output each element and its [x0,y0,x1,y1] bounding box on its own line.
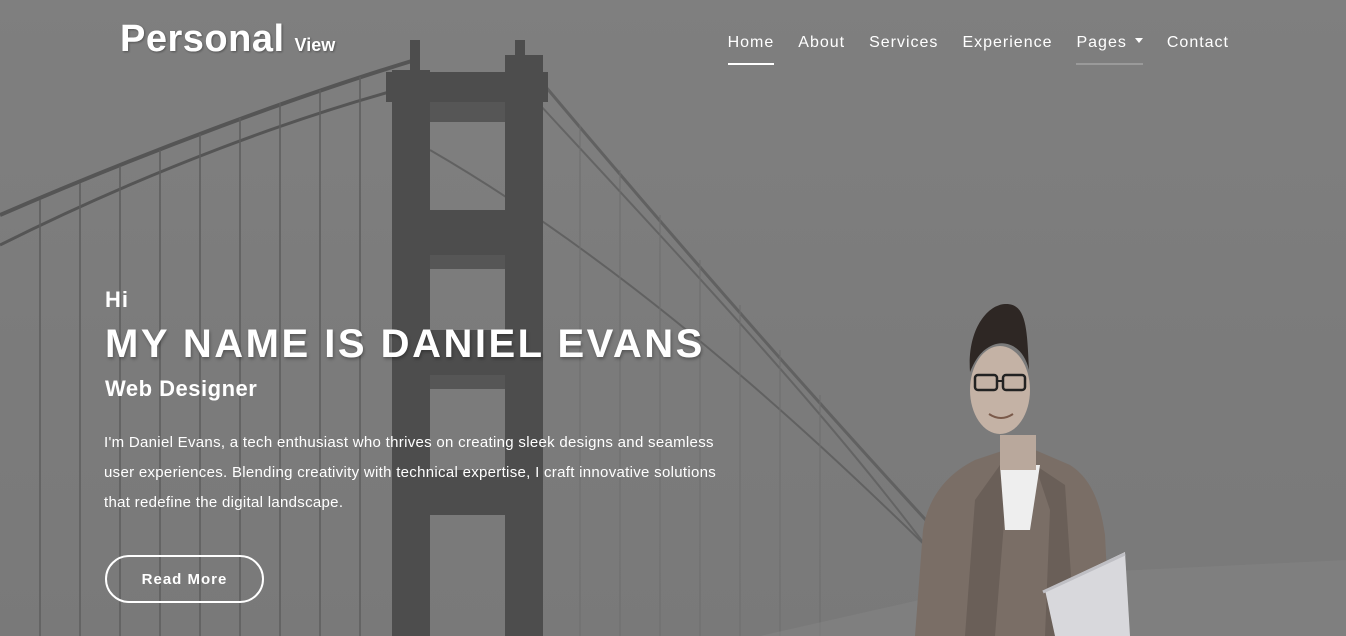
logo-main-text: Personal [120,18,285,60]
main-navigation: Home About Services Experience Pages Con… [727,34,1229,65]
site-logo[interactable]: Personal View [120,18,335,61]
nav-about[interactable]: About [798,34,845,64]
read-more-button[interactable]: Read More [105,555,264,603]
nav-pages-label: Pages [1076,34,1127,51]
profile-photo [915,303,1130,636]
hero-bio: I'm Daniel Evans, a tech enthusiast who … [104,434,717,511]
nav-home[interactable]: Home [727,34,775,65]
dark-overlay [0,0,1346,636]
hero-greeting: Hi [105,287,129,312]
logo-sub-text: View [294,35,336,55]
hero-headline: MY NAME IS DANIEL EVANS [105,322,705,366]
hero-role: Web Designer [105,376,258,401]
nav-experience[interactable]: Experience [962,34,1052,64]
nav-contact[interactable]: Contact [1167,34,1229,64]
nav-services[interactable]: Services [869,34,938,64]
caret-down-icon [1134,38,1143,44]
nav-pages-dropdown[interactable]: Pages [1076,34,1144,65]
hero-section [0,0,1346,636]
